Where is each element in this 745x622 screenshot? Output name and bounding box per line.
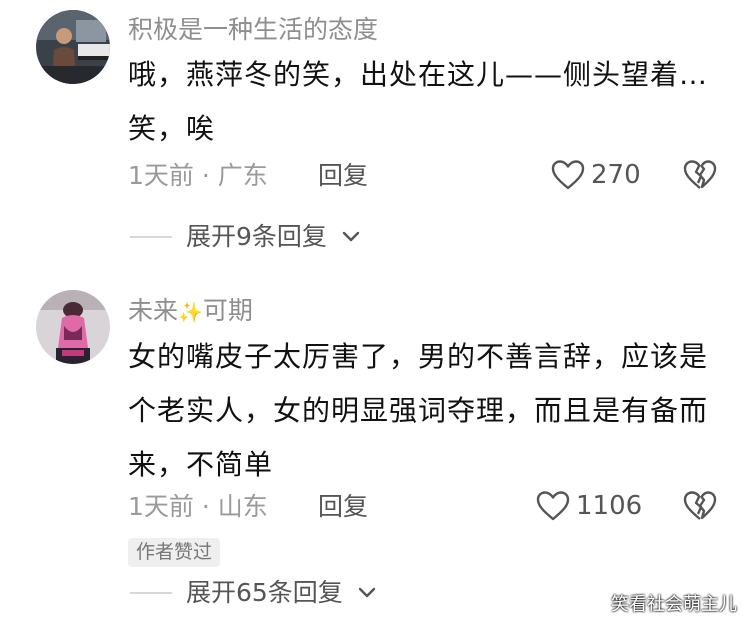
like-button[interactable]: 270 xyxy=(551,159,641,191)
expand-replies-label: 展开9条回复 xyxy=(186,222,327,251)
chevron-down-icon xyxy=(342,231,360,241)
divider-line xyxy=(130,591,172,594)
watermark: 笑看社会萌主儿 xyxy=(611,594,737,615)
reply-button[interactable]: 回复 xyxy=(318,163,368,188)
avatar[interactable] xyxy=(36,290,110,364)
time-location: 1天前 · 广东 xyxy=(128,161,268,190)
divider-line xyxy=(130,235,172,238)
chevron-down-icon xyxy=(358,587,376,597)
username[interactable]: 未来✨可期 xyxy=(128,298,253,323)
dislike-button[interactable] xyxy=(683,159,717,195)
broken-heart-icon xyxy=(683,491,717,520)
comment-text: 哦，燕萍冬的笑，出处在这儿——侧头望着…笑，唉 xyxy=(128,58,709,145)
like-button[interactable]: 1106 xyxy=(536,490,642,522)
comment-text: 女的嘴皮子太厉害了，男的不善言辞，应该是个老实人，女的明显强词夺理，而且是有备而… xyxy=(128,340,709,481)
like-count: 270 xyxy=(591,160,641,190)
username-prefix: 未来 xyxy=(128,296,179,325)
person-at-piano-icon xyxy=(36,10,110,84)
expand-replies[interactable]: 展开65条回复 xyxy=(130,580,377,605)
heart-icon xyxy=(551,160,585,190)
comment-1: 积极是一种生活的态度 哦，燕萍冬的笑，出处在这儿——侧头望着…笑，唉 1天前 ·… xyxy=(0,0,745,262)
broken-heart-icon xyxy=(683,160,717,189)
expand-replies-label: 展开65条回复 xyxy=(186,578,343,607)
pink-figure-icon xyxy=(36,290,110,364)
dislike-button[interactable] xyxy=(683,490,717,526)
author-liked-badge: 作者赞过 xyxy=(128,538,221,567)
sparkle-icon: ✨ xyxy=(178,300,203,324)
reply-button[interactable]: 回复 xyxy=(318,494,368,519)
like-count: 1106 xyxy=(576,491,643,521)
heart-icon xyxy=(536,491,570,521)
avatar[interactable] xyxy=(36,10,110,84)
time-location: 1天前 · 山东 xyxy=(128,492,268,521)
expand-replies[interactable]: 展开9条回复 xyxy=(130,224,361,249)
comment-2: 未来✨可期 女的嘴皮子太厉害了，男的不善言辞，应该是个老实人，女的明显强词夺理，… xyxy=(0,262,745,622)
username[interactable]: 积极是一种生活的态度 xyxy=(128,17,378,42)
username-suffix: 可期 xyxy=(202,296,253,325)
